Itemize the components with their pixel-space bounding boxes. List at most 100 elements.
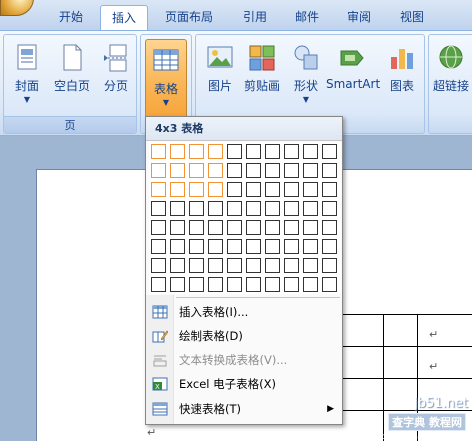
grid-cell-selected[interactable] xyxy=(151,163,166,178)
grid-cell[interactable] xyxy=(303,220,318,235)
grid-cell[interactable] xyxy=(189,277,204,292)
grid-cell[interactable] xyxy=(303,277,318,292)
grid-cell[interactable] xyxy=(322,239,337,254)
grid-cell[interactable] xyxy=(227,182,242,197)
grid-cell[interactable] xyxy=(189,201,204,216)
grid-cell[interactable] xyxy=(303,182,318,197)
tab-view[interactable]: 视图 xyxy=(389,5,435,30)
insert-table-item[interactable]: 插入表格(I)... xyxy=(146,300,342,324)
grid-cell[interactable] xyxy=(265,220,280,235)
tab-mailings[interactable]: 邮件 xyxy=(284,5,330,30)
tab-review[interactable]: 审阅 xyxy=(336,5,382,30)
grid-cell[interactable] xyxy=(189,220,204,235)
grid-cell-selected[interactable] xyxy=(170,182,185,197)
quick-tables-item[interactable]: 快速表格(T) ▶ xyxy=(146,397,342,421)
grid-cell[interactable] xyxy=(227,258,242,273)
grid-cell[interactable] xyxy=(170,258,185,273)
grid-cell[interactable] xyxy=(208,220,223,235)
grid-cell[interactable] xyxy=(151,239,166,254)
chart-button[interactable]: 图表 xyxy=(382,37,422,115)
grid-cell[interactable] xyxy=(227,220,242,235)
grid-cell[interactable] xyxy=(246,277,261,292)
grid-cell[interactable] xyxy=(170,201,185,216)
grid-cell-selected[interactable] xyxy=(208,144,223,159)
grid-cell[interactable] xyxy=(284,163,299,178)
tab-references[interactable]: 引用 xyxy=(232,5,278,30)
grid-cell[interactable] xyxy=(284,220,299,235)
grid-cell[interactable] xyxy=(303,163,318,178)
grid-cell[interactable] xyxy=(227,201,242,216)
shapes-button[interactable]: 形状 ▼ xyxy=(286,37,326,115)
grid-cell[interactable] xyxy=(151,201,166,216)
excel-spreadsheet-item[interactable]: X Excel 电子表格(X) xyxy=(146,372,342,396)
grid-cell-selected[interactable] xyxy=(208,163,223,178)
grid-cell[interactable] xyxy=(151,220,166,235)
table-size-grid[interactable] xyxy=(149,142,341,294)
office-button[interactable] xyxy=(0,0,34,16)
draw-table-item[interactable]: 绘制表格(D) xyxy=(146,324,342,348)
grid-cell-selected[interactable] xyxy=(189,144,204,159)
grid-cell[interactable] xyxy=(170,239,185,254)
grid-cell[interactable] xyxy=(284,258,299,273)
grid-cell[interactable] xyxy=(246,201,261,216)
grid-cell[interactable] xyxy=(265,258,280,273)
grid-cell[interactable] xyxy=(227,163,242,178)
grid-cell[interactable] xyxy=(246,239,261,254)
grid-cell[interactable] xyxy=(227,277,242,292)
grid-cell[interactable] xyxy=(246,258,261,273)
grid-cell[interactable] xyxy=(208,258,223,273)
grid-cell[interactable] xyxy=(151,277,166,292)
grid-cell[interactable] xyxy=(170,277,185,292)
grid-cell[interactable] xyxy=(246,163,261,178)
grid-cell[interactable] xyxy=(322,182,337,197)
tab-insert[interactable]: 插入 xyxy=(100,5,148,30)
page-break-button[interactable]: 分页 xyxy=(96,37,136,115)
blank-page-button[interactable]: 空白页 xyxy=(50,37,94,115)
picture-button[interactable]: 图片 xyxy=(200,37,240,115)
grid-cell-selected[interactable] xyxy=(151,182,166,197)
grid-cell[interactable] xyxy=(151,258,166,273)
smartart-button[interactable]: SmartArt xyxy=(326,37,380,115)
grid-cell[interactable] xyxy=(284,239,299,254)
grid-cell[interactable] xyxy=(322,144,337,159)
grid-cell[interactable] xyxy=(284,182,299,197)
tab-home[interactable]: 开始 xyxy=(46,5,96,30)
grid-cell[interactable] xyxy=(170,220,185,235)
grid-cell[interactable] xyxy=(189,239,204,254)
grid-cell[interactable] xyxy=(265,163,280,178)
grid-cell[interactable] xyxy=(303,258,318,273)
table-button[interactable]: 表格 ▼ xyxy=(145,39,187,119)
grid-cell-selected[interactable] xyxy=(208,182,223,197)
grid-cell[interactable] xyxy=(208,239,223,254)
grid-cell[interactable] xyxy=(322,201,337,216)
grid-cell[interactable] xyxy=(208,277,223,292)
grid-cell[interactable] xyxy=(265,239,280,254)
grid-cell[interactable] xyxy=(265,182,280,197)
grid-cell[interactable] xyxy=(322,258,337,273)
grid-cell-selected[interactable] xyxy=(151,144,166,159)
clipart-button[interactable]: 剪贴画 xyxy=(240,37,284,115)
grid-cell[interactable] xyxy=(303,201,318,216)
grid-cell[interactable] xyxy=(284,201,299,216)
grid-cell[interactable] xyxy=(227,144,242,159)
grid-cell[interactable] xyxy=(246,144,261,159)
grid-cell[interactable] xyxy=(322,163,337,178)
grid-cell[interactable] xyxy=(265,144,280,159)
grid-cell[interactable] xyxy=(265,277,280,292)
grid-cell[interactable] xyxy=(246,182,261,197)
grid-cell[interactable] xyxy=(246,220,261,235)
grid-cell[interactable] xyxy=(227,239,242,254)
grid-cell-selected[interactable] xyxy=(189,163,204,178)
grid-cell[interactable] xyxy=(284,144,299,159)
grid-cell[interactable] xyxy=(303,239,318,254)
grid-cell[interactable] xyxy=(265,201,280,216)
grid-cell[interactable] xyxy=(322,277,337,292)
grid-cell[interactable] xyxy=(322,220,337,235)
hyperlink-button[interactable]: 超链接 xyxy=(431,37,471,115)
tab-page-layout[interactable]: 页面布局 xyxy=(154,5,224,30)
grid-cell-selected[interactable] xyxy=(170,163,185,178)
grid-cell[interactable] xyxy=(208,201,223,216)
cover-page-button[interactable]: 封面 ▼ xyxy=(7,37,47,115)
grid-cell-selected[interactable] xyxy=(189,182,204,197)
grid-cell[interactable] xyxy=(303,144,318,159)
